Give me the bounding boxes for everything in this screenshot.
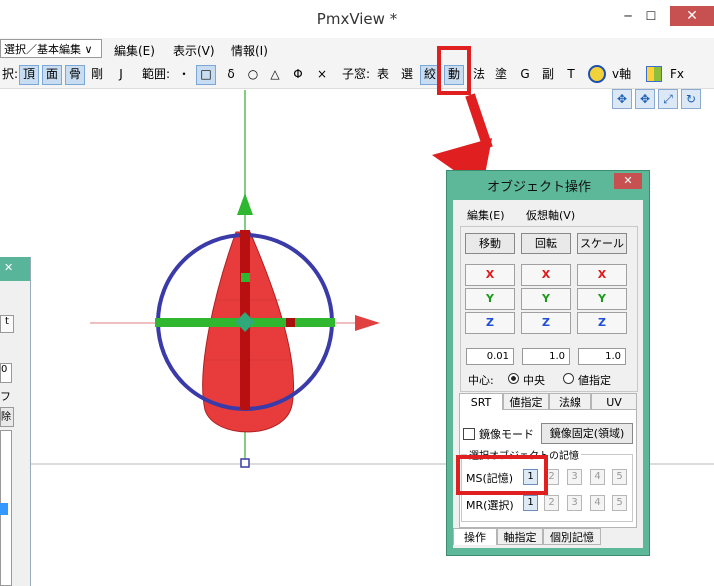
ms-slot-5[interactable]: 5 [612, 469, 627, 485]
mr-label: MR(選択) [466, 499, 514, 512]
mirror-fix-button[interactable]: 鏡像固定(領域) [541, 423, 633, 444]
rotate-y-button[interactable]: Y [521, 288, 571, 310]
x-handle-icon [286, 318, 295, 327]
dialog-menu-virtual-axis[interactable]: 仮想軸(V) [526, 207, 575, 223]
move-z-button[interactable]: Z [465, 312, 515, 334]
left-panel-item-1[interactable]: t [0, 315, 14, 333]
bottom-tab-memory[interactable]: 個別記憶 [543, 528, 601, 545]
scale-step-input[interactable]: 1.0 [578, 348, 626, 365]
mr-slot-1[interactable]: 1 [523, 495, 538, 511]
x-arrow-icon [355, 315, 380, 331]
tab-value[interactable]: 値指定 [503, 393, 549, 410]
highlight-box-ms [456, 455, 548, 495]
dialog-close-button[interactable]: ✕ [614, 173, 642, 189]
mr-slot-2[interactable]: 2 [544, 495, 559, 511]
left-panel-selection [0, 503, 8, 515]
bottom-tab-operation[interactable]: 操作 [453, 528, 497, 545]
tab-normal[interactable]: 法線 [549, 393, 591, 410]
center-label: 中心: [468, 374, 494, 387]
center-value-label[interactable]: 値指定 [578, 372, 611, 388]
left-panel-close[interactable]: ✕ [4, 261, 13, 274]
tab-uv[interactable]: UV [591, 393, 637, 410]
left-panel-item-3: フ [0, 390, 11, 403]
scale-mode-button[interactable]: スケール [577, 233, 627, 254]
center-middle-radio[interactable] [508, 373, 519, 384]
dialog-title: オブジェクト操作 [486, 180, 591, 195]
scale-z-button[interactable]: Z [577, 312, 627, 334]
rotate-step-input[interactable]: 1.0 [522, 348, 570, 365]
scale-y-button[interactable]: Y [577, 288, 627, 310]
rotate-z-button[interactable]: Z [521, 312, 571, 334]
dialog-menu-edit[interactable]: 編集(E) [467, 207, 505, 223]
ms-slot-4[interactable]: 4 [590, 469, 605, 485]
pmxview-window: PmxView * ─ ☐ ✕ 選択／基本編集 ∨ 編集(E) 表示(V) 情報… [0, 0, 714, 586]
y-handle-icon [241, 273, 250, 282]
left-panel-item-4[interactable]: 除 [0, 407, 14, 427]
mr-slot-3[interactable]: 3 [567, 495, 582, 511]
mirror-mode-label[interactable]: 鏡像モード [479, 426, 534, 442]
mirror-mode-checkbox[interactable] [463, 428, 475, 440]
move-x-button[interactable]: X [465, 264, 515, 286]
rotate-x-button[interactable]: X [521, 264, 571, 286]
move-y-button[interactable]: Y [465, 288, 515, 310]
mr-slot-5[interactable]: 5 [612, 495, 627, 511]
mr-slot-4[interactable]: 4 [590, 495, 605, 511]
rotate-mode-button[interactable]: 回転 [521, 233, 571, 254]
ms-slot-3[interactable]: 3 [567, 469, 582, 485]
y-arrow-icon [237, 193, 253, 215]
move-mode-button[interactable]: 移動 [465, 233, 515, 254]
scale-x-button[interactable]: X [577, 264, 627, 286]
move-step-input[interactable]: 0.01 [466, 348, 514, 365]
origin-marker [240, 458, 250, 468]
tab-srt[interactable]: SRT [459, 393, 503, 410]
left-panel-item-2[interactable]: 0 [0, 363, 12, 383]
center-middle-label[interactable]: 中央 [523, 372, 545, 388]
bottom-tab-axis[interactable]: 軸指定 [497, 528, 543, 545]
center-value-radio[interactable] [563, 373, 574, 384]
